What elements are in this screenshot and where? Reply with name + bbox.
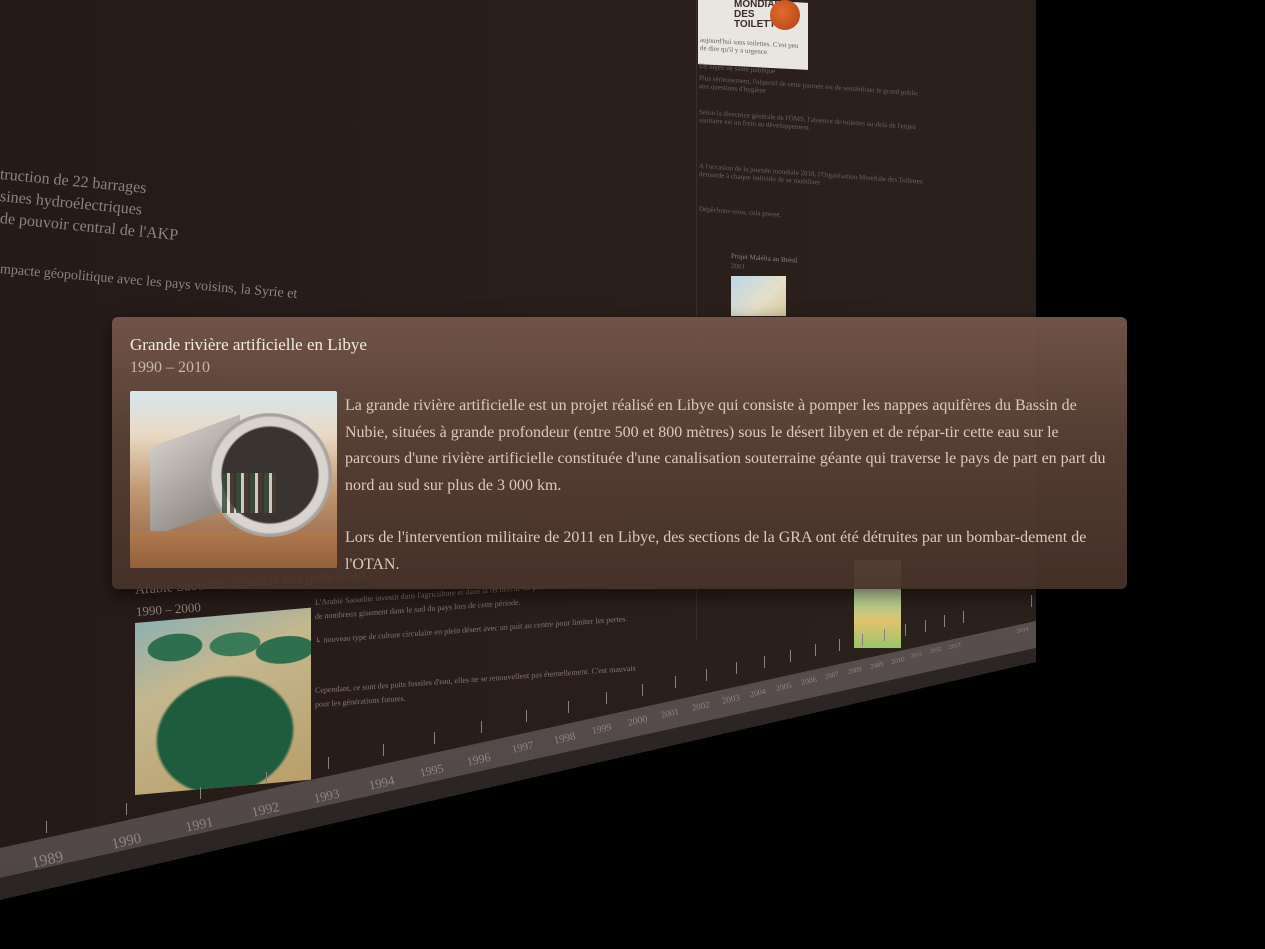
pipeline-photo[interactable] <box>130 391 337 568</box>
map-thumbnail[interactable] <box>731 276 786 316</box>
year-tick <box>266 772 267 784</box>
year-tick <box>944 615 945 627</box>
year-tick <box>46 821 47 833</box>
year-tick <box>434 732 435 744</box>
event-paragraph: Lors de l'intervention militaire de 2011… <box>345 529 1087 573</box>
event-description: La grande rivière artificielle est un pr… <box>345 393 1115 578</box>
year-tick <box>764 656 765 668</box>
year-tick <box>736 662 737 674</box>
event-popup-card[interactable]: Grande rivière artificielle en Libye 199… <box>112 317 1127 589</box>
year-tick <box>200 787 201 799</box>
year-tick <box>568 701 569 713</box>
event-paragraph: La grande rivière artificielle est un pr… <box>345 397 1106 494</box>
year-tick <box>815 644 816 656</box>
year-tick <box>925 620 926 632</box>
crop-circles-image[interactable] <box>135 607 311 795</box>
year-tick <box>675 676 676 688</box>
timeline-3d-view: truction de 22 barrages sines hydroélect… <box>0 0 1265 949</box>
year-tick <box>1031 595 1032 607</box>
year-tick <box>905 624 906 636</box>
poster-caption: MONDIALE DES TOILETTES <box>734 0 789 30</box>
year-tick <box>126 803 127 815</box>
year-tick <box>481 721 482 733</box>
workers-group-shape <box>222 473 278 513</box>
year-tick <box>642 684 643 696</box>
year-tick <box>862 634 863 646</box>
year-tick <box>963 611 964 623</box>
ground-shape <box>130 531 337 568</box>
year-tick <box>839 639 840 651</box>
year-tick <box>328 757 329 769</box>
year-tick <box>526 710 527 722</box>
poster-logo-icon <box>770 0 800 30</box>
year-tick <box>706 669 707 681</box>
event-dates: 1990 – 2010 <box>130 359 210 376</box>
year-tick <box>383 744 384 756</box>
year-tick <box>884 629 885 641</box>
year-tick <box>790 650 791 662</box>
year-tick <box>606 692 607 704</box>
event-title: Grande rivière artificielle en Libye <box>130 335 367 354</box>
